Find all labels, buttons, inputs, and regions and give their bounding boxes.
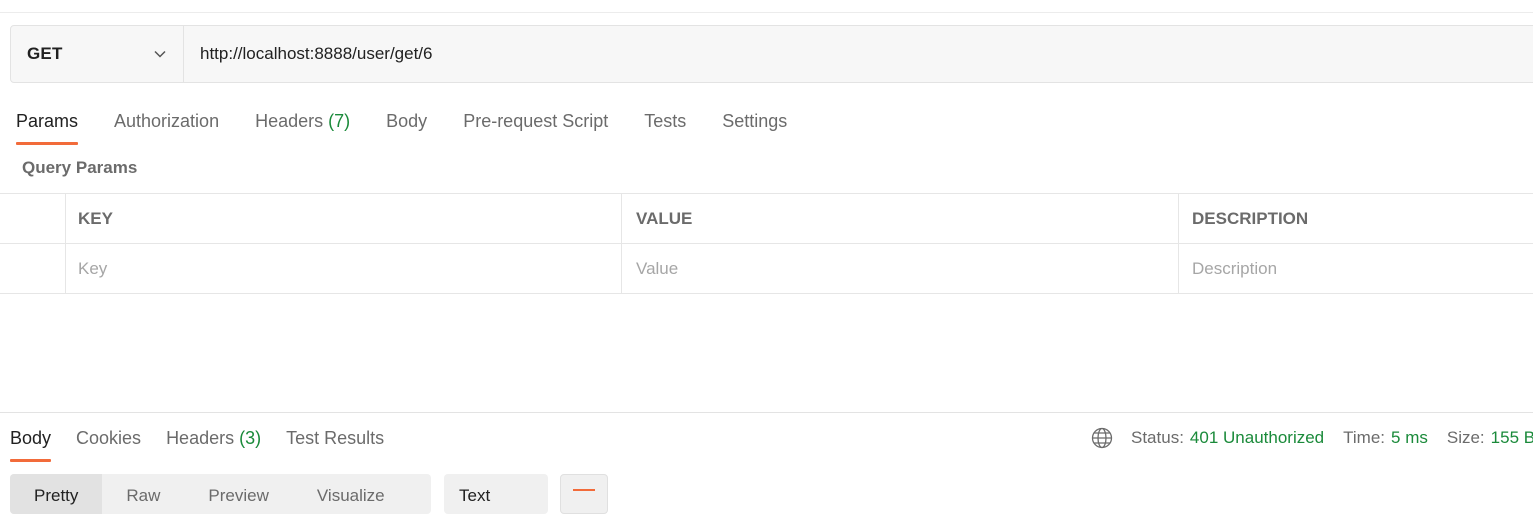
- checkbox-column-header: [0, 194, 66, 243]
- response-status-bar: Status: 401 Unauthorized Time: 5 ms Size…: [1090, 426, 1533, 450]
- format-raw[interactable]: Raw: [102, 474, 184, 514]
- tab-label: Test Results: [286, 428, 385, 448]
- response-tabs: Body Cookies Headers (3) Test Results: [10, 426, 409, 462]
- response-tab-cookies[interactable]: Cookies: [76, 426, 141, 462]
- tab-pre-request-script[interactable]: Pre-request Script: [463, 108, 608, 146]
- response-tab-headers[interactable]: Headers (3): [166, 426, 261, 462]
- size-label: Size:: [1446, 428, 1485, 447]
- response-tab-body[interactable]: Body: [10, 426, 52, 462]
- size-value[interactable]: 155 B: [1491, 428, 1533, 448]
- tab-params[interactable]: Params: [16, 108, 79, 146]
- tab-label: Headers: [166, 428, 235, 448]
- method-select[interactable]: GET: [11, 26, 184, 82]
- method-label: GET: [27, 44, 63, 63]
- description-column-header: DESCRIPTION: [1192, 208, 1309, 228]
- tab-label: Authorization: [114, 111, 220, 131]
- key-input[interactable]: Key: [66, 244, 622, 293]
- tab-body[interactable]: Body: [386, 108, 427, 146]
- tab-authorization[interactable]: Authorization: [114, 108, 219, 146]
- table-row: Key Value Description: [0, 244, 1533, 294]
- response-headers-count-badge: (3): [239, 428, 262, 448]
- request-tabs: Params Authorization Headers (7) Body Pr…: [16, 108, 823, 146]
- table-header-row: KEY VALUE DESCRIPTION: [0, 193, 1533, 244]
- format-pretty[interactable]: Pretty: [10, 474, 103, 514]
- tab-settings[interactable]: Settings: [722, 108, 787, 146]
- time-label: Time:: [1343, 428, 1386, 447]
- query-params-table: KEY VALUE DESCRIPTION Key Value Descript…: [0, 193, 1533, 294]
- query-params-title: Query Params: [22, 158, 138, 177]
- status-label: Status:: [1131, 428, 1184, 447]
- language-select[interactable]: Text: [444, 474, 548, 514]
- row-checkbox-cell: [0, 244, 66, 293]
- format-visualize[interactable]: Visualize: [293, 474, 409, 514]
- value-column-header: VALUE: [622, 194, 1179, 243]
- value-input[interactable]: Value: [622, 244, 1179, 293]
- wrap-lines-button[interactable]: [560, 474, 608, 514]
- tab-label: Body: [386, 111, 428, 131]
- tab-tests[interactable]: Tests: [644, 108, 686, 146]
- top-divider: [0, 12, 1533, 13]
- tab-label: Body: [10, 428, 52, 448]
- request-bar: GET http://localhost:8888/user/get/6: [10, 25, 1533, 83]
- globe-icon[interactable]: [1090, 426, 1114, 450]
- chevron-down-icon: [153, 47, 167, 61]
- body-format-toggle: Pretty Raw Preview Visualize: [10, 474, 431, 514]
- response-tab-test-results[interactable]: Test Results: [286, 426, 384, 462]
- headers-count-badge: (7): [328, 111, 351, 131]
- tab-label: Tests: [644, 111, 687, 131]
- status-value[interactable]: 401 Unauthorized: [1190, 428, 1324, 448]
- tab-headers[interactable]: Headers (7): [255, 108, 350, 146]
- tab-label: Settings: [722, 111, 788, 131]
- tab-label: Pre-request Script: [463, 111, 609, 131]
- format-preview[interactable]: Preview: [184, 474, 292, 514]
- tab-label: Cookies: [76, 428, 142, 448]
- tab-label: Headers: [255, 111, 324, 131]
- description-input[interactable]: Description: [1179, 244, 1533, 293]
- url-input[interactable]: http://localhost:8888/user/get/6: [184, 26, 433, 82]
- tab-label: Params: [16, 111, 79, 131]
- key-column-header: KEY: [66, 194, 622, 243]
- time-value[interactable]: 5 ms: [1391, 428, 1428, 448]
- response-divider[interactable]: [0, 412, 1533, 413]
